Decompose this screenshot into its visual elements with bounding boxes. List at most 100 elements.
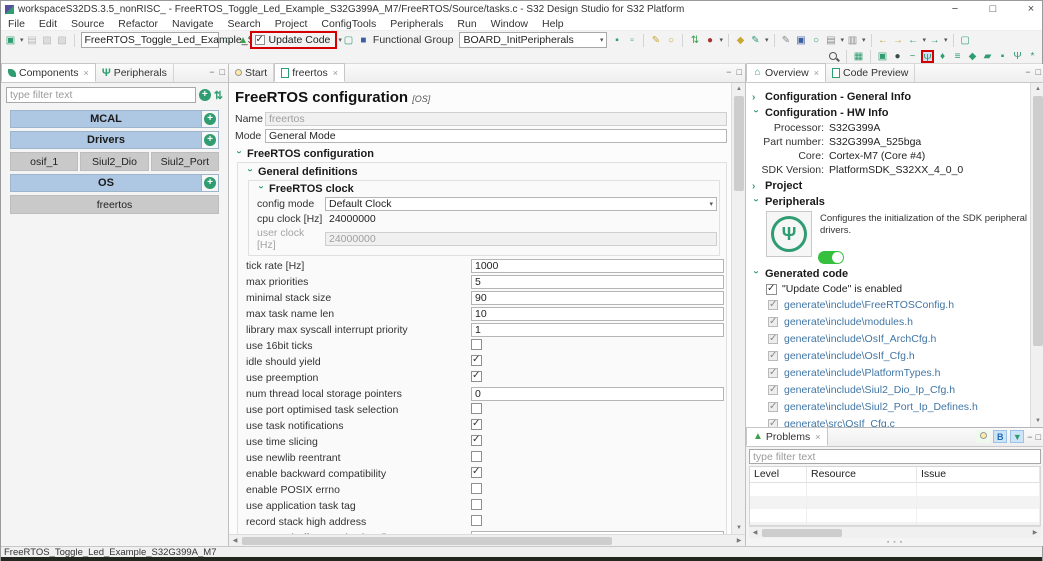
scrollbar-thumb[interactable] [762,529,842,537]
functional-group-combo[interactable]: BOARD_InitPeripherals ▾ [459,32,608,48]
scrollbar-thumb[interactable] [1033,96,1043,346]
maximize-panel-icon[interactable]: □ [737,67,742,77]
dcd-tool-icon[interactable]: ▰ [981,50,994,63]
tab-overview[interactable]: ⌂ Overview × [746,63,827,82]
chevron-down-icon[interactable]: ▾ [862,36,866,44]
new-editor-icon[interactable]: ▢ [959,34,972,47]
add-icon[interactable]: + [201,111,218,127]
skip-icon[interactable]: ○ [664,34,677,47]
tab-freertos[interactable]: freertos × [274,63,346,82]
maximize-panel-icon[interactable]: □ [1036,432,1041,442]
warning-icon[interactable]: ▲ [237,34,250,47]
component-freertos[interactable]: freertos [10,195,219,214]
menu-configtools[interactable]: ConfigTools [314,18,383,30]
pins-tool-icon[interactable]: ♦ [936,50,949,63]
add-icon[interactable]: + [201,175,218,191]
generated-file-link[interactable]: generate\include\PlatformTypes.h [784,367,940,379]
library-max-syscall-interrupt-priority-input[interactable]: 1 [471,323,724,337]
generated-file-link[interactable]: generate\include\Siul2_Port_Ip_Defines.h [784,401,978,413]
user-clock-hz-input[interactable]: 24000000 [325,232,717,246]
annotation-icon[interactable]: ▤ [825,34,838,47]
max-priorities-input[interactable]: 5 [471,275,724,289]
console-icon[interactable]: ▣ [795,34,808,47]
use-newlib-reentrant-checkbox[interactable] [471,451,482,462]
file-checkbox[interactable] [768,418,778,427]
generated-file-link[interactable]: generate\include\FreeRTOSConfig.h [784,299,954,311]
tick-rate-hz-input[interactable]: 1000 [471,259,724,273]
maximize-button[interactable]: □ [986,3,1000,15]
menu-project[interactable]: Project [268,18,315,30]
overview-vertical-scrollbar[interactable]: ▲ ▼ [1030,83,1043,427]
tab-problems[interactable]: ▲ Problems × [746,427,828,446]
enable-backward-compatibility-checkbox[interactable] [471,466,482,478]
editor-vertical-scrollbar[interactable]: ▲ ▼ [731,83,745,534]
menu-refactor[interactable]: Refactor [111,18,165,30]
maximize-panel-icon[interactable]: □ [1036,67,1041,77]
panel-sash[interactable]: ▪ ▪ ▪ [746,538,1043,546]
lightbulb-icon[interactable] [976,430,991,443]
use-port-optimised-task-selection-checkbox[interactable] [471,403,482,414]
open-folder-icon[interactable]: ◆ [734,34,747,47]
generated-file-link[interactable]: generate\include\modules.h [784,316,913,328]
chevron-down-icon[interactable]: ▾ [765,36,769,44]
flag-icon[interactable]: ▪ [610,34,623,47]
section-config-general-info[interactable]: › Configuration - General Info [752,91,1028,103]
refresh-icon[interactable]: ○ [810,34,823,47]
use-preemption-checkbox[interactable] [471,370,482,382]
section-freertos-configuration[interactable]: › FreeRTOS configuration [234,148,727,160]
column-header-resource[interactable]: Resource [807,467,917,482]
tab-peripherals[interactable]: Ψ Peripherals [96,63,174,82]
peripherals-tool-icon[interactable]: Ψ [921,50,934,64]
record-stack-high-address-checkbox[interactable] [471,515,482,526]
generated-file-link[interactable]: generate\src\OsIf_Cfg.c [784,418,895,427]
file-checkbox[interactable] [768,333,778,344]
idle-should-yield-checkbox[interactable] [471,354,482,366]
compare-icon[interactable]: ⇅ [688,34,701,47]
print-icon[interactable]: ▨ [56,34,69,47]
enable-posix-errno-checkbox[interactable] [471,483,482,494]
debug-perspective-icon[interactable]: ▣ [876,50,889,63]
minimize-panel-icon[interactable]: − [1025,67,1030,77]
minimize-button[interactable]: − [948,3,962,15]
chevron-down-icon[interactable]: ▾ [20,36,24,44]
tab-components[interactable]: Components × [1,63,96,82]
tab-code-preview[interactable]: Code Preview [826,63,916,82]
undo-icon[interactable]: ← [877,34,890,47]
use-task-notifications-checkbox[interactable] [471,418,482,430]
generated-file-link[interactable]: generate\include\Siul2_Dio_Ip_Cfg.h [784,384,955,396]
minimize-panel-icon[interactable]: − [1027,432,1032,442]
group-header-drivers[interactable]: Drivers + [10,131,219,149]
chevron-down-icon[interactable]: ▾ [944,36,948,44]
filter-icon[interactable]: ▼ [1010,430,1025,443]
close-icon[interactable]: × [84,68,89,78]
annotation-next-icon[interactable]: ▥ [846,34,859,47]
column-header-level[interactable]: Level [750,467,807,482]
ivt-tool-icon[interactable]: ▪ [996,50,1009,63]
file-checkbox[interactable] [768,384,778,395]
max-task-name-len-input[interactable]: 10 [471,307,724,321]
scrollbar-thumb[interactable] [242,537,612,545]
clocks-tool-icon[interactable]: ◆ [966,50,979,63]
breakpoint-filter-icon[interactable]: B [993,430,1008,443]
menu-peripherals[interactable]: Peripherals [383,18,450,30]
forward-icon[interactable]: → [928,34,941,47]
minimize-panel-icon[interactable]: − [209,67,214,77]
minimize-panel-icon[interactable]: − [726,67,731,77]
new-wizard-icon[interactable]: ▣ [4,34,17,47]
save-icon[interactable]: ▤ [26,34,39,47]
close-icon[interactable]: × [333,68,338,78]
menu-run[interactable]: Run [450,18,483,30]
generated-file-link[interactable]: generate\include\OsIf_Cfg.h [784,350,915,362]
scroll-up-icon[interactable]: ▲ [1031,83,1043,95]
ddr-tool-icon[interactable]: Ψ [1011,50,1024,63]
save-all-icon[interactable]: ▧ [41,34,54,47]
generate-code-icon[interactable]: ▢ [342,34,355,47]
scroll-down-icon[interactable]: ▼ [1031,415,1043,427]
section-peripherals[interactable]: › Peripherals [751,196,1028,208]
mode-field[interactable]: General Mode [265,129,727,143]
tab-start[interactable]: Start [229,63,275,82]
peripherals-toggle[interactable] [818,251,844,264]
add-component-button[interactable]: + [198,89,211,101]
search-icon[interactable] [828,50,841,63]
scroll-down-icon[interactable]: ▼ [732,522,745,534]
